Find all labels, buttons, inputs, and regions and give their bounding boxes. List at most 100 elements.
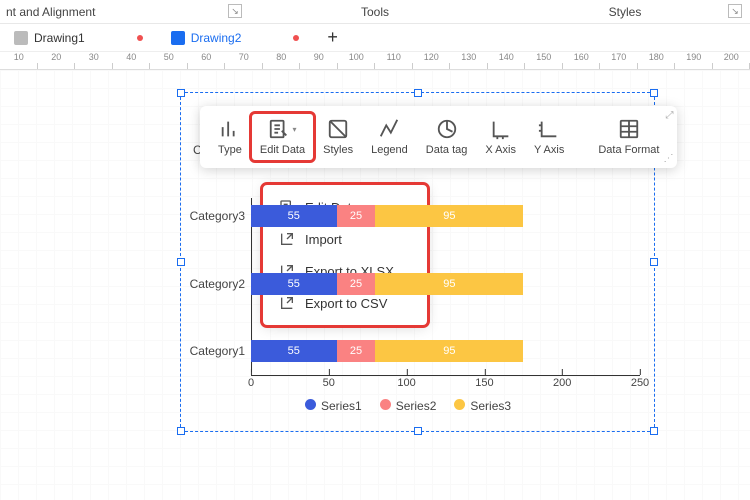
popout-icon[interactable]: ↘ [228, 4, 242, 18]
ruler-tick: 40 [113, 52, 151, 69]
toolbar-button-label: Legend [371, 144, 408, 156]
chevron-down-icon: ▾ [292, 125, 296, 134]
ruler-tick: 80 [263, 52, 301, 69]
bar-chart: Category1552595Category2552595Category35… [185, 180, 650, 410]
ruler-tick: 10 [0, 52, 38, 69]
resize-handle[interactable] [650, 89, 658, 97]
chart-legend: Series1 Series2 Series3 [305, 399, 511, 413]
resize-handle[interactable] [177, 89, 185, 97]
x-axis-icon [490, 118, 512, 140]
y-axis-icon [538, 118, 560, 140]
toolbar-button-label: Edit Data [260, 144, 305, 156]
ruler-tick: 180 [638, 52, 676, 69]
x-axis-button[interactable]: X Axis [477, 114, 524, 160]
ruler-tick: 60 [188, 52, 226, 69]
ruler-tick: 140 [488, 52, 526, 69]
chart-toolbar: Type ▾ Edit Data Styles Legend Data tag … [200, 106, 677, 168]
ruler-tick: 200 [713, 52, 750, 69]
document-icon [171, 31, 185, 45]
document-icon [14, 31, 28, 45]
document-tabs: Drawing1 Drawing2 + [0, 24, 750, 52]
tab-drawing2[interactable]: Drawing2 [165, 24, 316, 52]
ruler-tick: 30 [75, 52, 113, 69]
styles-icon [327, 118, 349, 140]
chart-styles-button[interactable]: Styles [315, 114, 361, 160]
ruler-tick: 170 [600, 52, 638, 69]
resize-handle[interactable] [414, 89, 422, 97]
category-label: Category2 [185, 277, 245, 291]
expand-icon[interactable]: ⤢ [665, 110, 673, 121]
horizontal-ruler: 1020304050607080901001101201301401501601… [0, 52, 750, 70]
add-tab-button[interactable]: + [321, 27, 344, 48]
legend-swatch-icon [305, 399, 316, 410]
bar-segment[interactable]: 55 [251, 205, 337, 227]
toolbar-button-label: Type [218, 144, 242, 156]
bar-segment[interactable]: 95 [375, 205, 523, 227]
toolbar-button-label: X Axis [485, 144, 516, 156]
ribbon-group-label: Tools [361, 5, 389, 19]
ribbon-group-tools: Tools [250, 0, 500, 23]
resize-handle[interactable] [650, 427, 658, 435]
bar-segment[interactable]: 55 [251, 340, 337, 362]
x-tick-label: 250 [631, 377, 649, 389]
legend-item[interactable]: Series2 [380, 399, 437, 413]
ruler-tick: 50 [150, 52, 188, 69]
edit-data-button[interactable]: ▾ Edit Data [252, 114, 313, 160]
bar-segment[interactable]: 25 [337, 340, 376, 362]
legend-button[interactable]: Legend [363, 114, 416, 160]
ruler-tick: 110 [375, 52, 413, 69]
y-axis-button[interactable]: Y Axis [526, 114, 572, 160]
data-format-icon [618, 118, 640, 140]
resize-handle[interactable] [177, 258, 185, 266]
ruler-tick: 90 [300, 52, 338, 69]
ribbon-groups: nt and Alignment ↘ Tools Styles ↘ [0, 0, 750, 24]
bar-chart-icon [219, 118, 241, 140]
popout-icon[interactable]: ↘ [728, 4, 742, 18]
tab-label: Drawing2 [191, 31, 242, 45]
ruler-tick: 120 [413, 52, 451, 69]
data-tag-button[interactable]: Data tag [418, 114, 476, 160]
tab-label: Drawing1 [34, 31, 85, 45]
canvas[interactable]: C Type ▾ Edit Data Styles Legend Data ta… [0, 70, 750, 500]
ruler-tick: 190 [675, 52, 713, 69]
resize-handle[interactable] [177, 427, 185, 435]
x-tick-label: 0 [248, 377, 254, 389]
resize-handle[interactable] [650, 258, 658, 266]
bar-segment[interactable]: 95 [375, 340, 523, 362]
bar-segment[interactable]: 55 [251, 273, 337, 295]
x-tick-label: 100 [397, 377, 415, 389]
x-tick-label: 50 [323, 377, 335, 389]
bar-segment[interactable]: 25 [337, 205, 376, 227]
toolbar-button-label: Data tag [426, 144, 468, 156]
legend-swatch-icon [380, 399, 391, 410]
ribbon-group-styles: Styles ↘ [500, 0, 750, 23]
toolbar-button-label: Styles [323, 144, 353, 156]
legend-item[interactable]: Series1 [305, 399, 362, 413]
x-axis-line [251, 375, 640, 376]
resize-grip-icon[interactable]: ⋰ [663, 153, 673, 164]
toolbar-button-label: Y Axis [534, 144, 564, 156]
x-tick-label: 200 [553, 377, 571, 389]
legend-swatch-icon [454, 399, 465, 410]
ribbon-group-label: Styles [609, 5, 642, 19]
bar-segment[interactable]: 95 [375, 273, 523, 295]
legend-item[interactable]: Series3 [454, 399, 511, 413]
tab-drawing1[interactable]: Drawing1 [8, 24, 159, 52]
category-label: Category1 [185, 344, 245, 358]
ribbon-group-label: nt and Alignment [6, 5, 95, 19]
edit-data-icon [268, 118, 290, 140]
ruler-tick: 150 [525, 52, 563, 69]
data-tag-icon [436, 118, 458, 140]
chart-type-button[interactable]: Type [210, 114, 250, 160]
ruler-tick: 160 [563, 52, 601, 69]
resize-handle[interactable] [414, 427, 422, 435]
category-label: Category3 [185, 209, 245, 223]
modified-dot-icon [293, 35, 299, 41]
bar-segment[interactable]: 25 [337, 273, 376, 295]
toolbar-button-label: Data Format [598, 144, 659, 156]
legend-icon [378, 118, 400, 140]
ruler-tick: 100 [338, 52, 376, 69]
ruler-tick: 130 [450, 52, 488, 69]
data-format-button[interactable]: Data Format [590, 114, 667, 160]
ribbon-group-alignment: nt and Alignment ↘ [0, 0, 250, 23]
